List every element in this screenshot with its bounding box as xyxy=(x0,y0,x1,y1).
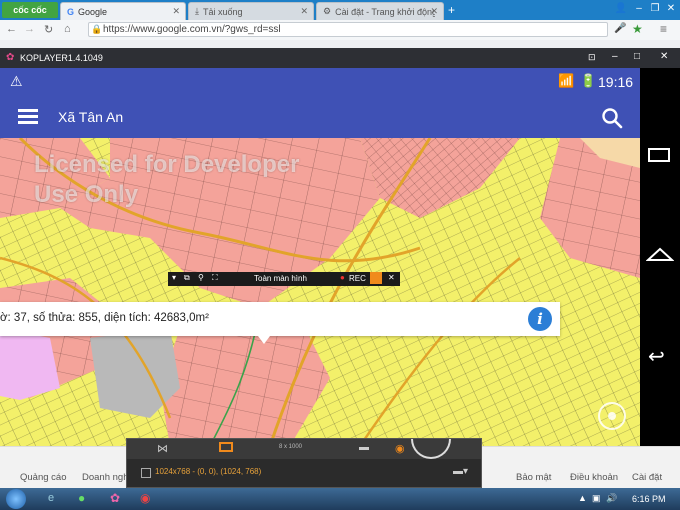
maximize-icon[interactable]: ❐ xyxy=(648,3,662,15)
tab-settings[interactable]: ⚙ Cài đặt - Trang khởi động ✕ xyxy=(316,2,444,20)
capture-size-label: 8 x 1000 xyxy=(279,444,303,450)
minimize-icon[interactable]: – xyxy=(612,51,618,62)
tab-label: Cài đặt - Trang khởi động xyxy=(335,6,436,17)
menu-icon[interactable]: ≡ xyxy=(660,22,667,36)
capture-region-icon[interactable] xyxy=(219,442,233,452)
recorder-taskbar-icon[interactable]: ◉ xyxy=(140,491,150,505)
settings-icon[interactable]: ⊡ xyxy=(588,52,596,63)
window-icon[interactable]: ⧉ xyxy=(184,273,190,283)
tray-arrow-icon[interactable]: ▲ xyxy=(578,493,587,503)
parcel-info-text: ờ: 37, số thửa: 855, diện tích: 42683,0m… xyxy=(0,312,209,324)
close-window-icon[interactable]: ✕ xyxy=(664,3,678,15)
rec-label[interactable]: REC xyxy=(349,274,366,283)
ie-icon[interactable]: e xyxy=(48,492,54,504)
footer-link-business[interactable]: Doanh nghi xyxy=(82,472,131,483)
footer-link-privacy[interactable]: Bảo mật xyxy=(516,472,551,483)
status-time: 19:16 xyxy=(598,74,634,90)
capture-toolbar: ⋈ 8 x 1000 ▬ ◉ xyxy=(127,439,481,459)
checkbox[interactable] xyxy=(141,468,151,478)
volume-icon[interactable]: 🔊 xyxy=(606,493,617,504)
footer-link-ads[interactable]: Quảng cáo xyxy=(20,472,66,483)
download-icon: ⤓ xyxy=(195,6,199,16)
info-icon[interactable]: i xyxy=(528,307,552,331)
watermark: Licensed for Developer Use Only xyxy=(34,150,299,210)
tab-google[interactable]: G Google ✕ xyxy=(60,2,186,20)
record-dot-icon: ● xyxy=(340,273,345,282)
recording-toolbar: ▾ ⧉ ⚲ ⛶ Toàn màn hình ● REC ✕ xyxy=(168,272,400,286)
zoom-icon[interactable]: ⚲ xyxy=(198,273,204,282)
close-icon[interactable]: ✕ xyxy=(430,6,438,17)
user-icon[interactable]: 👤 xyxy=(614,3,628,15)
emulator-titlebar: ✿ KOPLAYER1.4.1049 ⊡ – □ ✕ xyxy=(0,48,680,68)
android-nav-bar: ↩ xyxy=(640,68,680,446)
reload-icon[interactable]: ↻ xyxy=(44,23,53,36)
address-input[interactable]: https://www.google.com.vn/?gws_rd=ssl xyxy=(88,22,608,37)
my-location-icon[interactable] xyxy=(598,402,626,430)
close-icon[interactable]: ✕ xyxy=(172,6,180,17)
tab-label: Google xyxy=(78,6,108,17)
back-icon[interactable]: ← xyxy=(6,23,17,35)
pen-icon[interactable]: ▬ xyxy=(359,442,369,453)
google-favicon-icon: G xyxy=(67,6,75,17)
home-icon[interactable]: ⌂ xyxy=(64,23,71,35)
mic-icon[interactable]: 🎤 xyxy=(614,23,626,34)
page-title: Xã Tân An xyxy=(58,109,124,125)
start-button[interactable] xyxy=(6,489,26,509)
footer-link-settings[interactable]: Cài đặt xyxy=(632,472,662,483)
hamburger-menu-icon[interactable] xyxy=(18,109,38,125)
capture-resolution: 1024x768 - (0, 0), (1024, 768) xyxy=(155,467,262,476)
wifi-icon: 📶 xyxy=(558,73,575,88)
footer-link-terms[interactable]: Điều khoản xyxy=(570,472,618,483)
tab-label: Tải xuống xyxy=(202,6,243,17)
close-icon[interactable]: ✕ xyxy=(388,273,395,282)
recent-apps-icon[interactable] xyxy=(648,148,670,162)
minimize-icon[interactable]: – xyxy=(632,3,646,15)
close-icon[interactable]: ✕ xyxy=(660,51,668,62)
windows-taskbar: e ● ✿ ◉ ▲ ▣ 🔊 6:16 PM xyxy=(0,488,680,510)
fullscreen-label[interactable]: Toàn màn hình xyxy=(254,274,307,283)
card-pointer xyxy=(258,336,270,344)
lock-icon: 🔒 xyxy=(91,24,103,34)
dropdown-icon[interactable]: ▬▾ xyxy=(453,466,468,477)
tab-strip: cốc cốc G Google ✕ ⤓ Tải xuống ✕ ⚙ Cài đ… xyxy=(0,0,680,20)
camera-icon[interactable] xyxy=(370,272,382,284)
warning-icon: ⚠ xyxy=(10,73,23,89)
capture-tool-panel: ⋈ 8 x 1000 ▬ ◉ 1024x768 - (0, 0), (1024,… xyxy=(126,438,482,488)
forward-icon[interactable]: → xyxy=(24,23,35,35)
emulator-title: KOPLAYER1.4.1049 xyxy=(20,53,103,63)
close-icon[interactable]: ✕ xyxy=(300,6,308,17)
star-icon[interactable]: ★ xyxy=(632,22,643,36)
watermark-line: Licensed for Developer xyxy=(34,151,300,178)
android-status-bar: ⚠ 📶 🔋 19:16 xyxy=(0,68,640,98)
fullscreen-icon[interactable]: ⛶ xyxy=(212,273,218,283)
battery-icon: 🔋 xyxy=(580,73,597,88)
new-tab-icon[interactable]: + xyxy=(448,4,460,16)
gear-icon: ⚙ xyxy=(323,6,332,16)
coccoc-logo[interactable]: cốc cốc xyxy=(2,2,58,18)
bowtie-icon[interactable]: ⋈ xyxy=(157,442,168,455)
watermark-line: Use Only xyxy=(34,181,139,208)
app-bar: Xã Tân An xyxy=(0,98,640,138)
back-icon[interactable]: ↩ xyxy=(648,344,665,369)
maximize-icon[interactable]: □ xyxy=(634,51,640,62)
capture-button[interactable] xyxy=(411,439,451,459)
dropdown-icon[interactable]: ▾ xyxy=(172,273,176,282)
search-icon[interactable] xyxy=(600,106,624,130)
koplayer-logo-icon: ✿ xyxy=(6,52,15,63)
koplayer-taskbar-icon[interactable]: ✿ xyxy=(110,491,120,505)
coccoc-taskbar-icon[interactable]: ● xyxy=(78,491,85,505)
taskbar-clock[interactable]: 6:16 PM xyxy=(632,494,666,504)
tab-downloads[interactable]: ⤓ Tải xuống ✕ xyxy=(188,2,314,20)
network-icon[interactable]: ▣ xyxy=(592,493,601,504)
home-icon[interactable] xyxy=(646,246,674,262)
timer-icon[interactable]: ◉ xyxy=(395,442,405,455)
